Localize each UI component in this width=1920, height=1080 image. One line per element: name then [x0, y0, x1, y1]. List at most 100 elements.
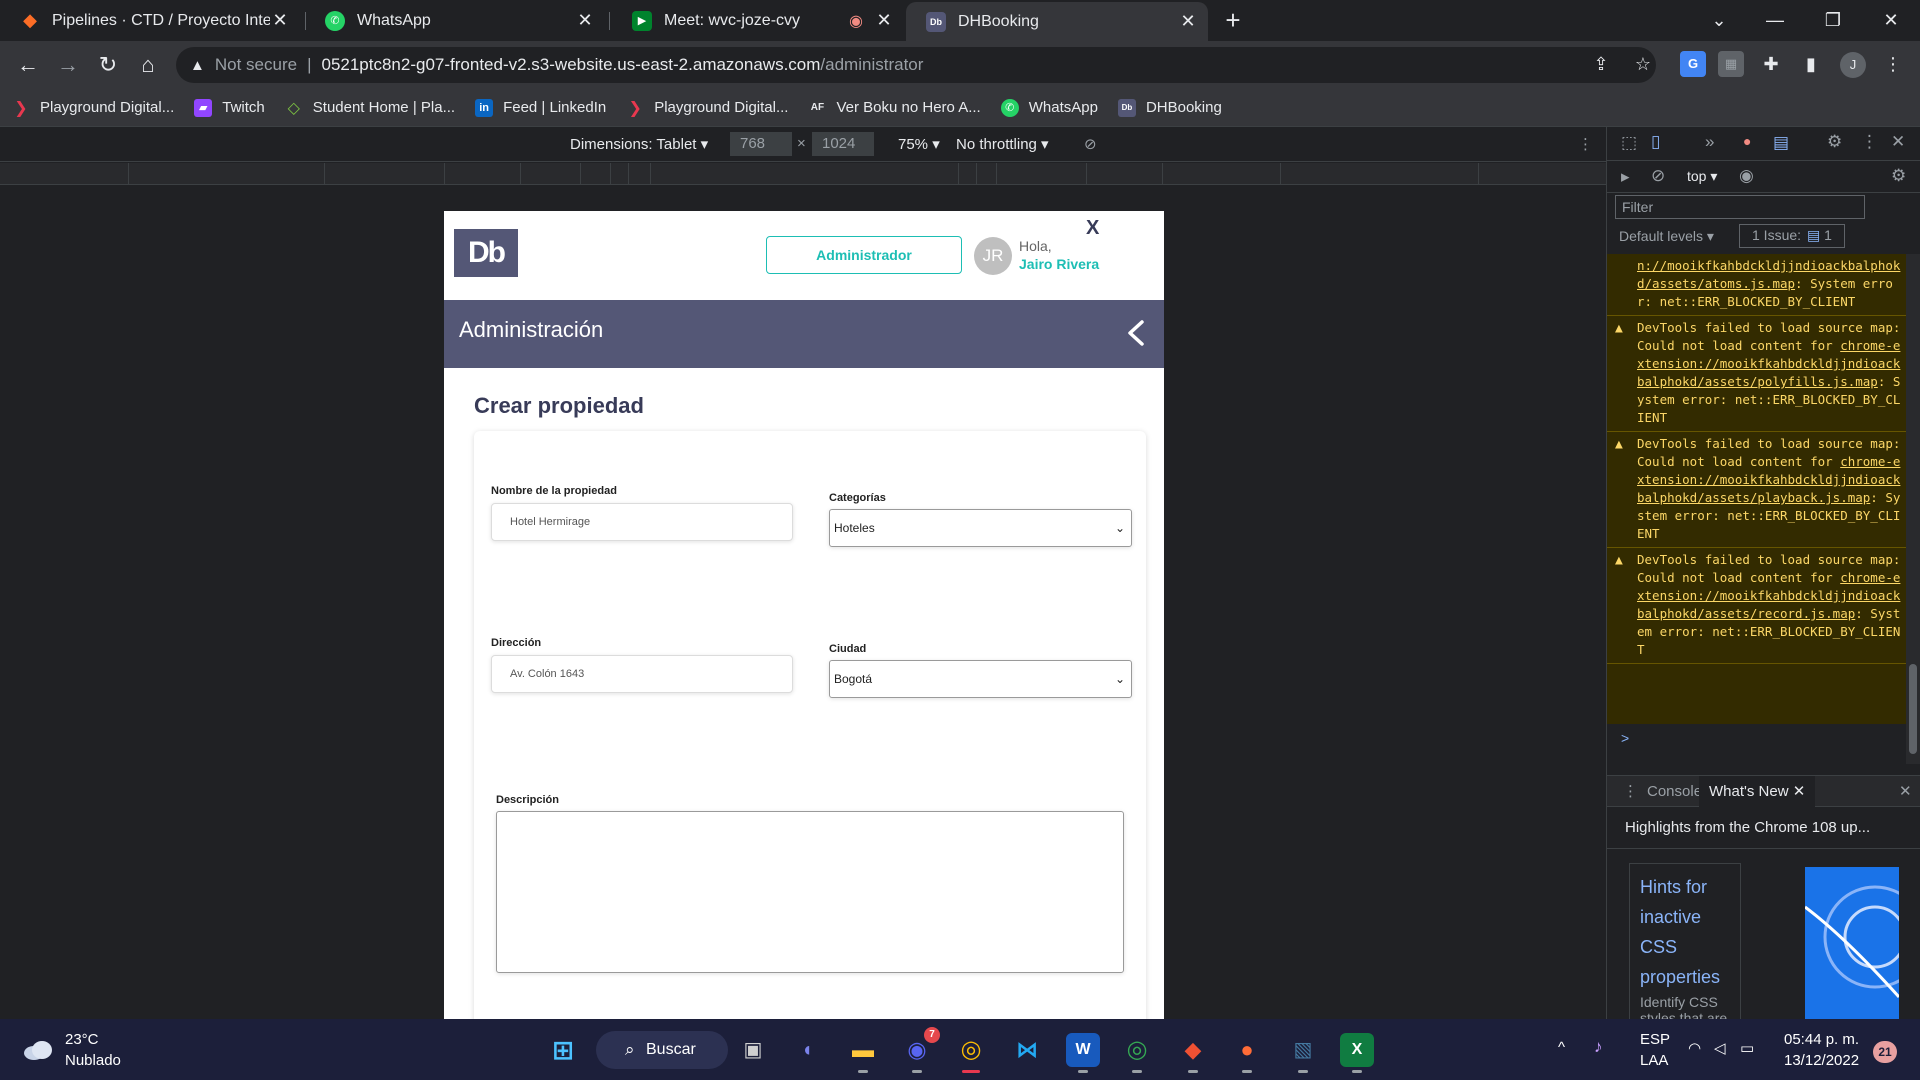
- new-tab-button[interactable]: +: [1218, 6, 1248, 36]
- levels-dropdown[interactable]: Default levels ▾: [1619, 228, 1714, 245]
- weather-description[interactable]: Nublado: [65, 1052, 121, 1069]
- chrome-icon[interactable]: ◎: [954, 1033, 988, 1073]
- close-icon[interactable]: ✕: [874, 10, 894, 31]
- dimensions-dropdown[interactable]: Dimensions: Tablet ▾: [570, 135, 708, 153]
- chrome-canary-icon[interactable]: ◎: [1120, 1033, 1154, 1073]
- device-toggle-icon[interactable]: ▯: [1651, 132, 1660, 152]
- description-textarea[interactable]: [496, 811, 1124, 973]
- tab-dhbooking[interactable]: Db DHBooking ✕: [906, 2, 1208, 41]
- issues-button[interactable]: 1 Issue: ▤ 1: [1739, 224, 1845, 248]
- bookmark-item[interactable]: ▰ Twitch: [194, 98, 265, 117]
- microphone-icon[interactable]: ♪: [1594, 1037, 1603, 1057]
- mysql-workbench-icon[interactable]: ▧: [1286, 1033, 1320, 1073]
- windows-start-icon[interactable]: ⊞: [546, 1033, 580, 1067]
- console-warning: ▲ DevTools failed to load source map: Co…: [1607, 316, 1907, 432]
- chevron-left-icon[interactable]: [1124, 318, 1148, 348]
- back-button[interactable]: ←: [12, 49, 44, 81]
- volume-icon[interactable]: ◁: [1714, 1039, 1726, 1057]
- side-panel-icon[interactable]: ▮: [1798, 51, 1824, 77]
- profile-avatar[interactable]: J: [1840, 52, 1866, 78]
- times-sign: ×: [797, 135, 806, 152]
- task-view-icon[interactable]: ▣: [736, 1033, 770, 1067]
- logout-close-button[interactable]: X: [1086, 217, 1099, 240]
- teams-chat-icon[interactable]: ◖: [790, 1033, 824, 1067]
- property-name-input[interactable]: Hotel Hermirage: [491, 503, 793, 541]
- sidebar-toggle-icon[interactable]: ▸: [1621, 167, 1630, 187]
- more-options-icon[interactable]: ⋮: [1578, 135, 1593, 153]
- translate-extension-icon[interactable]: G: [1680, 51, 1706, 77]
- throttling-dropdown[interactable]: No throttling ▾: [956, 135, 1049, 153]
- whats-new-card[interactable]: Hints for inactive CSS properties Identi…: [1629, 863, 1741, 1023]
- bookmark-item[interactable]: ❯ Playground Digital...: [12, 99, 174, 117]
- bookmark-item[interactable]: AF Ver Boku no Hero A...: [808, 99, 981, 117]
- clock-date[interactable]: 13/12/2022: [1784, 1052, 1859, 1069]
- more-tabs-icon[interactable]: »: [1705, 132, 1714, 152]
- menu-dots-icon[interactable]: ⋮: [1861, 132, 1878, 152]
- close-icon[interactable]: ✕: [270, 10, 290, 31]
- vscode-icon[interactable]: ⋈: [1010, 1033, 1044, 1067]
- gear-icon[interactable]: ⚙: [1827, 132, 1842, 152]
- close-icon[interactable]: ✕: [1178, 11, 1198, 32]
- excel-icon[interactable]: X: [1340, 1033, 1374, 1073]
- close-icon[interactable]: ✕: [575, 10, 595, 31]
- warning-count-icon[interactable]: ▤: [1773, 133, 1789, 153]
- tab-whatsapp[interactable]: ✆ WhatsApp ✕: [305, 0, 605, 41]
- console-prompt[interactable]: >: [1621, 730, 1629, 746]
- close-icon[interactable]: ✕: [1891, 132, 1905, 152]
- tab-whats-new[interactable]: What's New ✕: [1699, 776, 1816, 807]
- device-toolbar: Dimensions: Tablet ▾ 768 × 1024 75% ▾ No…: [0, 127, 1606, 162]
- console-filter-input[interactable]: Filter: [1615, 195, 1865, 219]
- height-input[interactable]: 1024: [812, 132, 874, 156]
- maximize-button[interactable]: ❐: [1810, 4, 1856, 36]
- bookmark-item[interactable]: in Feed | LinkedIn: [475, 98, 606, 117]
- notification-count[interactable]: 21: [1873, 1041, 1897, 1063]
- close-window-button[interactable]: ✕: [1868, 4, 1914, 36]
- reload-button[interactable]: ↻: [92, 49, 124, 81]
- close-drawer-icon[interactable]: ✕: [1889, 776, 1920, 807]
- city-select[interactable]: Bogotá ⌄: [829, 660, 1132, 698]
- clock-time[interactable]: 05:44 p. m.: [1784, 1031, 1859, 1048]
- eye-icon[interactable]: ◉: [1739, 166, 1754, 186]
- language-bottom[interactable]: LAA: [1640, 1052, 1668, 1069]
- address-bar[interactable]: ▲ Not secure | 0521ptc8n2-g07-fronted-v2…: [176, 47, 1656, 83]
- console-scrollbar[interactable]: [1906, 254, 1920, 764]
- git-icon[interactable]: ◆: [1176, 1033, 1210, 1073]
- extension-icon[interactable]: ▦: [1718, 51, 1744, 77]
- chevron-up-icon[interactable]: ^: [1558, 1039, 1565, 1056]
- wifi-icon[interactable]: ◠: [1688, 1039, 1701, 1057]
- puzzle-icon[interactable]: ✚: [1758, 51, 1784, 77]
- inspect-icon[interactable]: ⬚: [1621, 133, 1637, 153]
- taskbar-search[interactable]: ⌕ Buscar: [596, 1031, 728, 1069]
- error-count-icon[interactable]: ●: [1743, 133, 1751, 149]
- bookmark-item[interactable]: ◇ Student Home | Pla...: [285, 99, 455, 117]
- category-select[interactable]: Hoteles ⌄: [829, 509, 1132, 547]
- word-icon[interactable]: W: [1066, 1033, 1100, 1073]
- clear-console-icon[interactable]: ⊘: [1651, 166, 1665, 186]
- file-explorer-icon[interactable]: ▬: [846, 1033, 880, 1073]
- tab-pipelines[interactable]: ◆ Pipelines · CTD / Proyecto Integr… ✕: [0, 0, 300, 41]
- home-button[interactable]: ⌂: [132, 49, 164, 81]
- weather-temperature[interactable]: 23°C: [65, 1031, 99, 1048]
- postman-icon[interactable]: ●: [1230, 1033, 1264, 1073]
- share-icon[interactable]: ⇪: [1586, 49, 1616, 79]
- gear-icon[interactable]: ⚙: [1891, 166, 1906, 186]
- context-dropdown[interactable]: top ▾: [1687, 168, 1717, 185]
- menu-dots-icon[interactable]: ⋮: [1878, 49, 1908, 79]
- discord-icon[interactable]: ◉ 7: [900, 1027, 940, 1073]
- administrator-button[interactable]: Administrador: [766, 236, 962, 274]
- address-input[interactable]: Av. Colón 1643: [491, 655, 793, 693]
- bookmark-item[interactable]: ❯ Playground Digital...: [626, 99, 789, 117]
- bookmark-star-icon[interactable]: ☆: [1628, 49, 1658, 79]
- tab-search-icon[interactable]: ⌄: [1696, 4, 1742, 36]
- minimize-button[interactable]: —: [1752, 4, 1798, 36]
- site-logo[interactable]: Db: [454, 229, 518, 277]
- rotate-icon[interactable]: ⊘: [1084, 135, 1097, 153]
- width-input[interactable]: 768: [730, 132, 792, 156]
- language-top[interactable]: ESP: [1640, 1031, 1670, 1048]
- tab-meet[interactable]: ▶ Meet: wvc-joze-cvy ◉ ✕: [612, 0, 904, 41]
- bookmark-item[interactable]: Db DHBooking: [1117, 98, 1222, 117]
- zoom-dropdown[interactable]: 75% ▾: [898, 135, 940, 153]
- forward-button[interactable]: →: [52, 49, 84, 81]
- battery-icon[interactable]: ▭: [1740, 1039, 1754, 1057]
- bookmark-item[interactable]: ✆ WhatsApp: [1000, 98, 1098, 117]
